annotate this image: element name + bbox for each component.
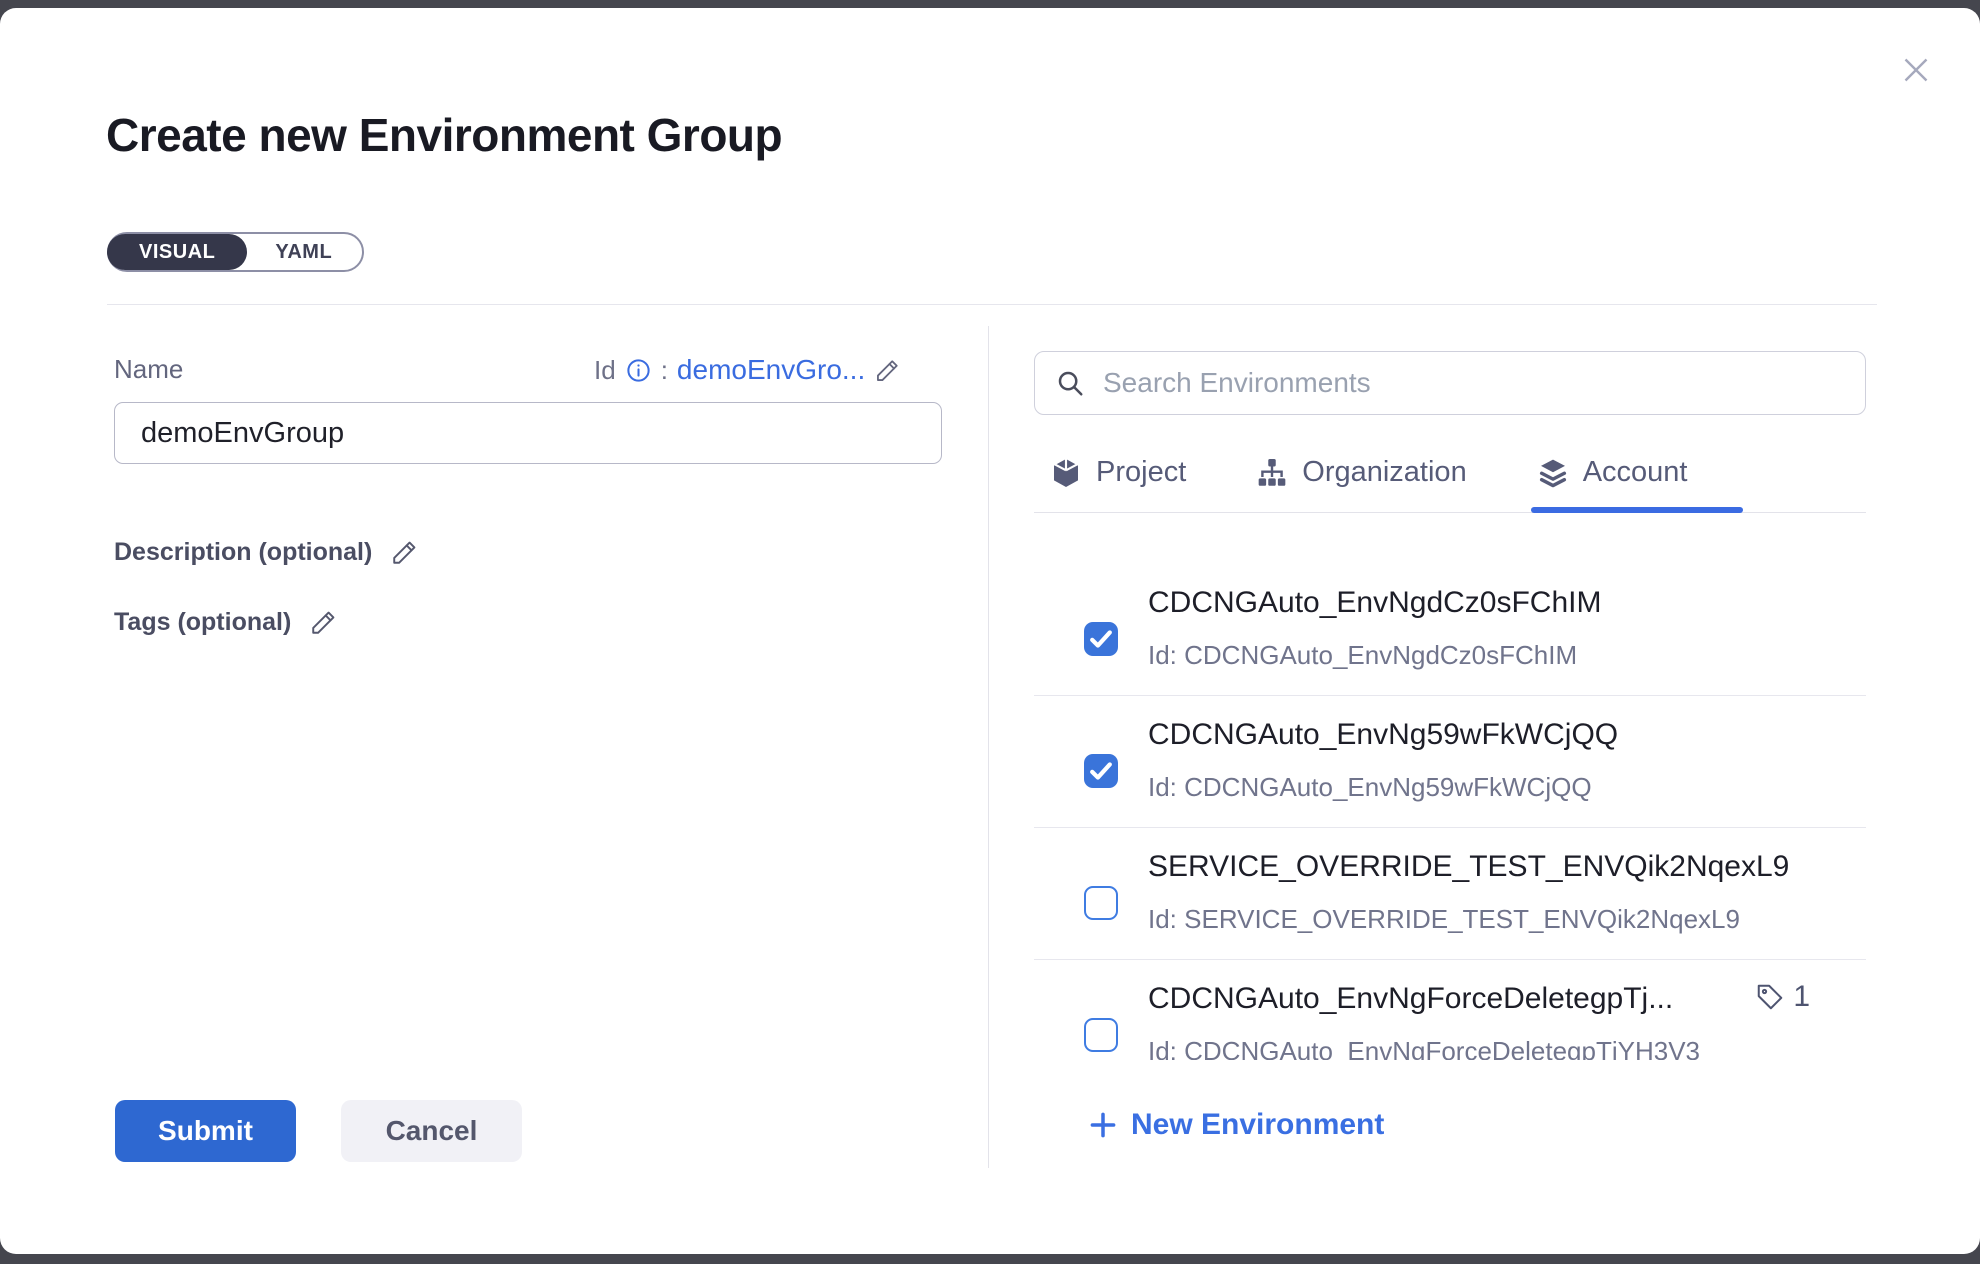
environment-checkbox-unchecked[interactable] [1084,1018,1118,1052]
submit-button[interactable]: Submit [115,1100,296,1162]
description-label: Description (optional) [114,538,372,567]
new-environment-button[interactable]: New Environment [1088,1108,1384,1142]
tab-project[interactable]: Project [1050,456,1186,489]
environment-list: CDCNGAuto_EnvNgdCz0sFChIM Id: CDCNGAuto_E… [1034,564,1866,1060]
search-environments-box [1034,351,1866,415]
hierarchy-icon [1256,457,1288,489]
active-tab-underline [1531,507,1743,513]
edit-id-icon[interactable] [874,357,901,384]
environment-checkbox-checked[interactable] [1084,622,1118,656]
plus-icon [1088,1110,1118,1140]
environment-name: SERVICE_OVERRIDE_TEST_ENVQik2NqexL9 [1148,850,1789,884]
tags-label: Tags (optional) [114,608,291,637]
environment-checkbox-checked[interactable] [1084,754,1118,788]
tag-count-badge: 1 [1755,980,1810,1014]
create-environment-group-dialog: Create new Environment Group VISUAL YAML… [0,8,1980,1254]
tags-row: Tags (optional) [114,608,338,637]
new-environment-label: New Environment [1131,1108,1384,1142]
name-label: Name [114,354,183,385]
environment-row: CDCNGAuto_EnvNgdCz0sFChIM Id: CDCNGAuto_E… [1034,564,1866,696]
close-icon[interactable] [1894,48,1938,92]
check-icon [1084,754,1118,788]
environment-checkbox-unchecked[interactable] [1084,886,1118,920]
toggle-yaml[interactable]: YAML [243,234,364,270]
id-separator: : [661,355,668,386]
cancel-button[interactable]: Cancel [341,1100,522,1162]
tag-icon [1755,982,1785,1012]
environment-name: CDCNGAuto_EnvNgForceDeletegpTj... [1148,982,1673,1016]
edit-description-icon[interactable] [390,538,419,567]
environment-name: CDCNGAuto_EnvNgdCz0sFChIM [1148,586,1601,620]
environment-row: SERVICE_OVERRIDE_TEST_ENVQik2NqexL9 Id: S… [1034,828,1866,960]
id-row: Id : demoEnvGro... [594,352,901,388]
header-divider [107,304,1877,305]
tab-account[interactable]: Account [1537,456,1688,489]
tab-project-label: Project [1096,456,1186,489]
info-icon[interactable] [625,357,652,384]
pane-divider [988,326,989,1168]
environment-id: Id: SERVICE_OVERRIDE_TEST_ENVQik2NqexL9 [1148,904,1740,935]
environment-name: CDCNGAuto_EnvNg59wFkWCjQQ [1148,718,1618,752]
description-row: Description (optional) [114,538,419,567]
toggle-visual[interactable]: VISUAL [107,234,247,270]
scope-tabs: Project Organization Account [1050,456,1688,489]
tab-account-label: Account [1583,456,1688,489]
environment-row: CDCNGAuto_EnvNgForceDeletegpTj... Id: CDC… [1034,960,1866,1060]
id-label: Id [594,355,616,386]
environment-id: Id: CDCNGAuto_EnvNgdCz0sFChIM [1148,640,1577,671]
cube-icon [1050,457,1082,489]
layers-icon [1537,457,1569,489]
tag-count: 1 [1793,980,1810,1014]
environment-id: Id: CDCNGAuto_EnvNgForceDeletegpTjYH3V3 [1148,1036,1700,1060]
tab-organization[interactable]: Organization [1256,456,1466,489]
search-environments-input[interactable] [1101,354,1865,412]
search-icon [1055,368,1085,398]
name-input[interactable] [114,402,942,464]
check-icon [1084,622,1118,656]
environment-id: Id: CDCNGAuto_EnvNg59wFkWCjQQ [1148,772,1592,803]
environment-row: CDCNGAuto_EnvNg59wFkWCjQQ Id: CDCNGAuto_E… [1034,696,1866,828]
page-title: Create new Environment Group [106,108,782,162]
id-value[interactable]: demoEnvGro... [677,354,865,386]
edit-tags-icon[interactable] [309,608,338,637]
visual-yaml-toggle: VISUAL YAML [107,232,364,272]
tab-organization-label: Organization [1302,456,1466,489]
